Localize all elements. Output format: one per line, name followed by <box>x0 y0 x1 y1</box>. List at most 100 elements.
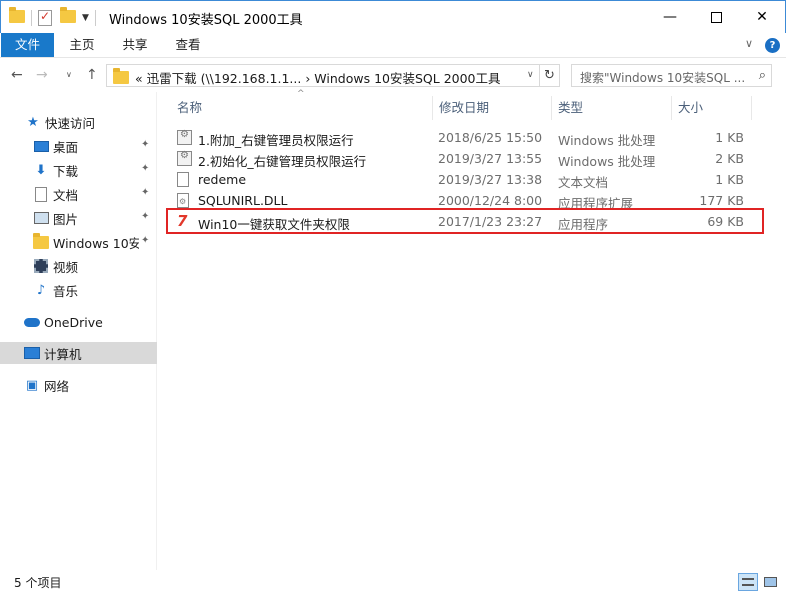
refresh-button[interactable]: ↻ <box>540 64 560 87</box>
ribbon: 文件 主页 共享 查看 ∨ ? <box>0 33 786 58</box>
sidebar-item-label: 计算机 <box>44 346 82 362</box>
folder-icon <box>113 68 129 84</box>
star-icon: ★ <box>27 114 39 130</box>
sidebar-item-label: 网络 <box>44 378 70 394</box>
sidebar-item-label: 音乐 <box>53 283 79 299</box>
network-icon: ▣ <box>25 377 39 393</box>
title-bar: ▼ Windows 10安装SQL 2000工具 — ✕ <box>0 0 786 33</box>
up-button[interactable]: ↑ <box>86 67 98 83</box>
search-placeholder: 搜索"Windows 10安装SQL ... <box>580 71 746 85</box>
file-date: 2019/3/27 13:38 <box>438 172 543 187</box>
dll-file-icon <box>177 193 189 208</box>
address-bar[interactable]: « 迅雷下载 (\\192.168.1.1... › Windows 10安装S… <box>106 64 540 87</box>
sidebar-item-quick-access[interactable]: ★ 快速访问 <box>0 111 157 133</box>
column-header-date[interactable]: 修改日期 <box>433 96 552 120</box>
folder-icon <box>9 7 25 26</box>
quick-access-toolbar: ▼ <box>9 7 102 28</box>
sidebar-item-label: 快速访问 <box>45 115 96 131</box>
search-icon[interactable]: ⌕ <box>759 68 766 83</box>
file-name: 2.初始化_右键管理员权限运行 <box>198 154 367 169</box>
sidebar-item-computer[interactable]: 计算机 <box>0 342 157 364</box>
navigation-pane: ★ 快速访问 桌面 ✦ ⬇ 下载 ✦ 文档 ✦ 图片 ✦ Windows 10安… <box>0 92 157 570</box>
pin-icon[interactable]: ✦ <box>141 139 149 150</box>
batch-file-icon <box>177 129 192 145</box>
sidebar-item-label: Windows 10安装 <box>53 235 139 251</box>
computer-icon <box>24 345 40 361</box>
file-name: redeme <box>198 172 247 187</box>
column-header-name[interactable]: 名称 <box>171 96 433 120</box>
folder-icon <box>33 232 49 250</box>
file-type: Windows 批处理 <box>558 154 656 169</box>
maximize-button[interactable] <box>693 1 739 33</box>
file-name: SQLUNIRL.DLL <box>198 193 288 208</box>
file-type: Windows 批处理 <box>558 133 656 148</box>
status-bar: 5 个项目 <box>0 570 786 595</box>
sidebar-item-label: OneDrive <box>44 314 103 330</box>
sidebar-item-documents[interactable]: 文档 ✦ <box>0 183 157 205</box>
sidebar-item-label: 视频 <box>53 259 79 275</box>
large-icons-view-button[interactable] <box>760 573 780 591</box>
large-icons-view-icon <box>764 577 777 587</box>
video-icon <box>33 258 49 274</box>
sidebar-item-label: 下载 <box>53 163 79 179</box>
pin-icon[interactable]: ✦ <box>141 211 149 222</box>
file-type: 文本文档 <box>558 175 609 190</box>
sidebar-item-downloads[interactable]: ⬇ 下载 ✦ <box>0 159 157 181</box>
picture-icon <box>33 210 49 226</box>
file-size: 2 KB <box>715 151 744 166</box>
tab-file[interactable]: 文件 <box>1 33 54 57</box>
sidebar-item-onedrive[interactable]: OneDrive <box>0 311 157 333</box>
file-date: 2019/3/27 13:55 <box>438 151 543 166</box>
sidebar-item-videos[interactable]: 视频 <box>0 255 157 277</box>
tab-home[interactable]: 主页 <box>63 33 101 57</box>
navigation-bar: ← → ∨ ↑ « 迅雷下载 (\\192.168.1.1... › Windo… <box>0 59 786 92</box>
sidebar-item-label: 图片 <box>53 211 79 227</box>
address-path[interactable]: « 迅雷下载 (\\192.168.1.1... › Windows 10安装S… <box>135 68 501 87</box>
onedrive-icon <box>24 314 40 330</box>
window-title: Windows 10安装SQL 2000工具 <box>109 13 303 28</box>
column-header-type[interactable]: 类型 <box>552 96 672 120</box>
file-size: 1 KB <box>715 172 744 187</box>
back-button[interactable]: ← <box>11 67 23 83</box>
pin-icon[interactable]: ✦ <box>141 235 149 246</box>
file-row[interactable]: 1.附加_右键管理员权限运行 2018/6/25 15:50 Windows 批… <box>171 127 752 148</box>
close-button[interactable]: ✕ <box>739 1 785 33</box>
address-dropdown-icon[interactable]: ∨ <box>527 70 534 80</box>
help-icon[interactable]: ? <box>765 38 780 53</box>
forward-button[interactable]: → <box>36 67 48 83</box>
sidebar-item-pictures[interactable]: 图片 ✦ <box>0 207 157 229</box>
tab-view[interactable]: 查看 <box>169 33 207 57</box>
sidebar-item-windows10-folder[interactable]: Windows 10安装 ✦ <box>0 231 157 253</box>
sidebar-item-network[interactable]: ▣ 网络 <box>0 374 157 396</box>
minimize-button[interactable]: — <box>647 1 693 33</box>
file-row[interactable]: redeme 2019/3/27 13:38 文本文档 1 KB <box>171 169 752 190</box>
customize-toolbar-icon[interactable]: ▼ <box>82 13 89 23</box>
highlight-box <box>166 208 764 234</box>
item-count: 5 个项目 <box>14 576 62 590</box>
desktop-icon <box>33 138 49 154</box>
file-date: 2000/12/24 8:00 <box>438 193 543 208</box>
expand-ribbon-icon[interactable]: ∨ <box>745 37 753 50</box>
properties-icon[interactable] <box>38 9 54 26</box>
details-view-button[interactable] <box>738 573 758 591</box>
search-input[interactable]: 搜索"Windows 10安装SQL ... ⌕ <box>571 64 772 87</box>
new-folder-icon[interactable] <box>60 7 76 26</box>
download-icon: ⬇ <box>35 162 47 178</box>
sidebar-item-label: 桌面 <box>53 139 79 155</box>
pin-icon[interactable]: ✦ <box>141 187 149 198</box>
document-icon <box>33 186 49 202</box>
column-header-size[interactable]: 大小 <box>672 96 752 120</box>
divider <box>31 10 32 26</box>
sidebar-item-music[interactable]: ♪ 音乐 <box>0 279 157 301</box>
text-file-icon <box>177 172 189 187</box>
sidebar-item-desktop[interactable]: 桌面 ✦ <box>0 135 157 157</box>
batch-file-icon <box>177 150 192 166</box>
file-size: 1 KB <box>715 130 744 145</box>
recent-locations-button[interactable]: ∨ <box>66 70 72 79</box>
pin-icon[interactable]: ✦ <box>141 163 149 174</box>
file-row[interactable]: 2.初始化_右键管理员权限运行 2019/3/27 13:55 Windows … <box>171 148 752 169</box>
file-name: 1.附加_右键管理员权限运行 <box>198 133 354 148</box>
divider <box>94 10 96 26</box>
file-date: 2018/6/25 15:50 <box>438 130 543 145</box>
tab-share[interactable]: 共享 <box>116 33 154 57</box>
